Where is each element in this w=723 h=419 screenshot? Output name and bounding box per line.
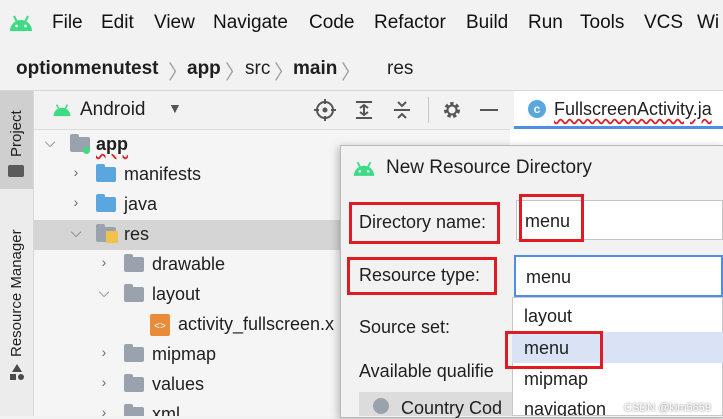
chevron-down-icon[interactable]: ⌵ bbox=[96, 284, 112, 302]
dropdown-option-layout[interactable]: layout bbox=[512, 300, 723, 331]
dialog-title: New Resource Directory bbox=[386, 157, 592, 178]
menu-build[interactable]: Build bbox=[466, 12, 508, 34]
menu-vcs[interactable]: VCS bbox=[644, 12, 683, 34]
resource-manager-tab-label: Resource Manager bbox=[8, 229, 25, 357]
resource-type-select[interactable]: menu bbox=[514, 255, 723, 297]
chevron-right-icon[interactable]: › bbox=[96, 344, 112, 362]
chevron-right-icon[interactable]: › bbox=[96, 374, 112, 392]
chevron-right-icon[interactable]: › bbox=[68, 164, 84, 182]
menu-run[interactable]: Run bbox=[528, 12, 563, 34]
minimize-icon[interactable] bbox=[480, 109, 498, 111]
tree-label: java bbox=[124, 194, 158, 214]
menu-refactor[interactable]: Refactor bbox=[374, 12, 446, 34]
blue-folder-icon bbox=[96, 194, 116, 212]
tree-label: mipmap bbox=[152, 344, 217, 364]
android-icon bbox=[353, 161, 375, 176]
collapse-all-icon[interactable] bbox=[392, 100, 412, 120]
breadcrumb-project[interactable]: optionmenutest bbox=[16, 58, 159, 80]
tree-label: layout bbox=[152, 284, 201, 304]
dropdown-option-mipmap[interactable]: mipmap bbox=[512, 363, 723, 394]
breadcrumb-res[interactable]: res bbox=[387, 58, 413, 80]
menu-file[interactable]: File bbox=[52, 12, 83, 34]
highlight-box bbox=[349, 202, 500, 244]
chevron-down-icon[interactable]: ⌵ bbox=[68, 224, 84, 242]
class-c-icon: c bbox=[528, 100, 546, 118]
tree-label: values bbox=[152, 374, 205, 394]
chevron-right-icon[interactable]: › bbox=[68, 194, 84, 212]
resource-type-value: menu bbox=[526, 267, 572, 287]
gray-folder-icon bbox=[124, 344, 144, 362]
project-tool-tab[interactable]: Project bbox=[0, 91, 33, 189]
chevron-down-icon[interactable]: ⌵ bbox=[42, 134, 58, 152]
gear-icon[interactable] bbox=[441, 99, 463, 121]
globe-icon bbox=[373, 398, 389, 414]
dialog-title-bar[interactable]: New Resource Directory bbox=[341, 146, 723, 188]
editor-tab[interactable]: c FullscreenActivity.ja bbox=[514, 91, 723, 129]
expand-all-icon[interactable] bbox=[354, 100, 374, 120]
menu-edit[interactable]: Edit bbox=[101, 12, 134, 34]
folder-icon bbox=[8, 165, 24, 177]
qualifier-list-item[interactable]: Country Cod bbox=[359, 392, 512, 418]
chevron-right-icon: 〉 bbox=[225, 62, 245, 84]
tree-label: res bbox=[124, 224, 150, 244]
available-qualifiers-label: Available qualifie bbox=[359, 361, 494, 381]
gray-folder-icon bbox=[124, 374, 144, 392]
tree-label: manifests bbox=[124, 164, 202, 184]
tool-window-strip: Project Resource Manager bbox=[0, 91, 34, 416]
module-folder-icon bbox=[70, 134, 90, 154]
locate-icon[interactable] bbox=[314, 99, 336, 121]
menu-navigate[interactable]: Navigate bbox=[213, 12, 288, 34]
res-folder-icon bbox=[96, 224, 118, 243]
project-tab-label: Project bbox=[8, 110, 25, 157]
menu-code[interactable]: Code bbox=[309, 12, 354, 34]
divider bbox=[428, 97, 429, 123]
menu-window[interactable]: Wi bbox=[697, 12, 719, 34]
editor-tab-strip: c FullscreenActivity.ja bbox=[510, 91, 723, 130]
menu-tools[interactable]: Tools bbox=[580, 12, 624, 34]
android-icon bbox=[53, 104, 71, 117]
tree-label: xml bbox=[152, 404, 180, 416]
chevron-right-icon[interactable]: › bbox=[96, 254, 112, 272]
project-panel-header: Android ▼ bbox=[34, 91, 510, 130]
chevron-right-icon: 〉 bbox=[341, 62, 361, 84]
resource-manager-tool-tab[interactable]: Resource Manager bbox=[0, 211, 33, 416]
source-set-label: Source set: bbox=[359, 317, 451, 337]
gray-folder-icon bbox=[124, 254, 144, 272]
android-icon bbox=[10, 15, 32, 31]
gray-folder-icon bbox=[124, 284, 144, 302]
breadcrumb-module[interactable]: app bbox=[187, 58, 221, 80]
layout-file-icon: <> bbox=[150, 314, 170, 336]
gray-folder-icon bbox=[124, 404, 144, 416]
chevron-down-icon[interactable]: ▼ bbox=[168, 100, 182, 116]
highlight-box bbox=[347, 257, 497, 295]
view-selector[interactable]: Android bbox=[80, 99, 146, 121]
highlight-box bbox=[519, 194, 584, 242]
breadcrumb-main[interactable]: main bbox=[293, 58, 337, 80]
chevron-right-icon[interactable]: › bbox=[96, 404, 112, 416]
blue-folder-icon bbox=[96, 164, 116, 182]
breadcrumb-src[interactable]: src bbox=[245, 58, 270, 80]
tree-label: app bbox=[96, 134, 129, 154]
chevron-right-icon: 〉 bbox=[274, 62, 294, 84]
breadcrumb: optionmenutest 〉 app 〉 src 〉 main 〉 res bbox=[0, 50, 723, 129]
tree-label: drawable bbox=[152, 254, 226, 274]
menu-view[interactable]: View bbox=[154, 12, 195, 34]
chevron-right-icon: 〉 bbox=[168, 62, 188, 84]
menu-bar: File Edit View Navigate Code Refactor Bu… bbox=[0, 0, 723, 50]
editor-tab-label: FullscreenActivity.ja bbox=[554, 99, 712, 119]
resource-icon bbox=[10, 364, 24, 380]
tree-label: activity_fullscreen.x bbox=[178, 314, 335, 334]
watermark: CSDN @kim5659 bbox=[624, 402, 711, 414]
